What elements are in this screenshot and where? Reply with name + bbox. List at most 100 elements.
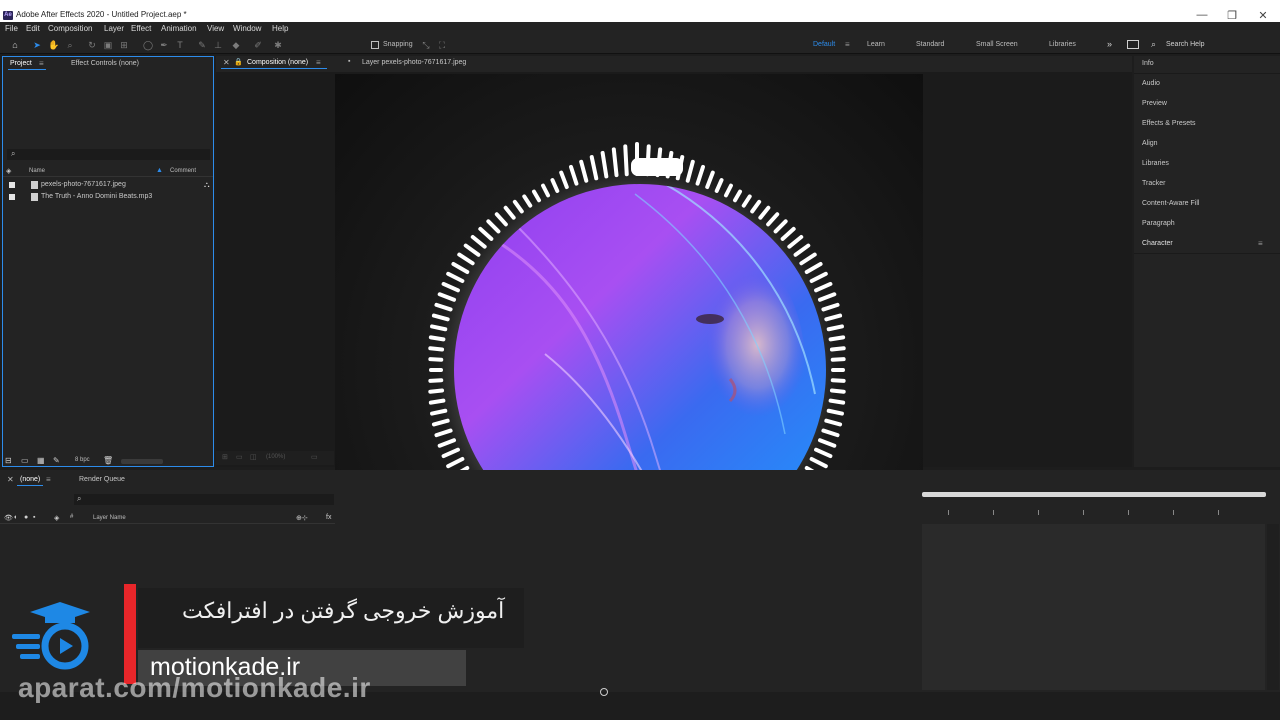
ruler-tick xyxy=(1083,510,1084,515)
tab-project[interactable]: Project xyxy=(10,60,32,67)
solo-icon[interactable]: ● xyxy=(24,514,28,521)
tab-layer[interactable]: Layer pexels-photo-7671617.jpeg xyxy=(362,59,466,66)
col-comment[interactable]: Comment xyxy=(170,168,196,174)
more-workspaces-icon[interactable]: » xyxy=(1107,39,1112,49)
region-icon[interactable]: ⊞ xyxy=(222,453,228,461)
tab-render-queue[interactable]: Render Queue xyxy=(79,476,125,483)
panel-info[interactable]: Info xyxy=(1142,60,1154,67)
panel-audio[interactable]: Audio xyxy=(1142,80,1160,87)
panel-align[interactable]: Align xyxy=(1142,140,1158,147)
trash-icon[interactable]: 🗑 xyxy=(103,456,113,465)
menu-window[interactable]: Window xyxy=(233,24,261,33)
workspace-libraries[interactable]: Libraries xyxy=(1049,41,1076,48)
pen-icon[interactable]: ✎ xyxy=(53,456,60,465)
menu-composition[interactable]: Composition xyxy=(48,24,92,33)
sort-asc-icon[interactable]: ▲ xyxy=(156,167,163,174)
eraser-tool-icon[interactable]: ◆ xyxy=(230,39,242,51)
brush-tool-icon[interactable]: ✎ xyxy=(196,39,208,51)
snapshot-icon[interactable]: ▭ xyxy=(236,453,243,461)
new-folder-icon[interactable]: ▭ xyxy=(21,456,29,465)
bpc-label[interactable]: 8 bpc xyxy=(75,457,90,463)
sync-settings-icon[interactable] xyxy=(1127,40,1139,49)
col-name[interactable]: Name xyxy=(29,168,45,174)
time-ruler[interactable] xyxy=(922,498,1280,522)
ruler-tick xyxy=(1173,510,1174,515)
clone-stamp-tool-icon[interactable]: ⊥ xyxy=(212,39,224,51)
project-search-input[interactable]: ⌕ xyxy=(7,149,210,160)
label-icon: ◈ xyxy=(54,515,60,522)
lock-icon[interactable]: 🔒 xyxy=(234,58,243,66)
switches-icon: ⊕⊹ xyxy=(296,515,308,522)
menu-layer[interactable]: Layer xyxy=(104,24,124,33)
zoom-level[interactable]: (100%) xyxy=(266,454,285,460)
time-navigator[interactable] xyxy=(922,492,1266,497)
pen-tool-icon[interactable]: ✒ xyxy=(158,39,170,51)
snap-options-icon[interactable]: ⤡ xyxy=(420,39,432,51)
lock-icon[interactable]: ▪ xyxy=(33,514,35,521)
audio-file-icon xyxy=(31,193,38,201)
shape-tool-icon[interactable]: ◯ xyxy=(142,39,154,51)
panel-paragraph[interactable]: Paragraph xyxy=(1142,220,1175,227)
menu-effect[interactable]: Effect xyxy=(131,24,151,33)
search-help-input[interactable]: Search Help xyxy=(1166,41,1205,48)
menu-help[interactable]: Help xyxy=(272,24,288,33)
panel-menu-icon[interactable]: ≡ xyxy=(46,475,51,484)
menu-file[interactable]: File xyxy=(5,24,18,33)
close-tab-icon[interactable]: ✕ xyxy=(7,475,14,484)
roto-brush-tool-icon[interactable]: ✐ xyxy=(252,39,264,51)
audio-icon[interactable]: ◖ xyxy=(13,514,17,521)
maximize-button[interactable]: ❐ xyxy=(1223,9,1241,22)
new-composition-icon[interactable]: ▦ xyxy=(37,456,45,465)
list-item[interactable]: pexels-photo-7671617.jpeg ⛬ xyxy=(7,179,211,191)
minimize-button[interactable]: — xyxy=(1193,9,1211,21)
view-options-icon[interactable]: ▭ xyxy=(311,453,318,461)
pan-behind-tool-icon[interactable]: ⊞ xyxy=(118,39,130,51)
workspace-menu-icon[interactable]: ≡ xyxy=(845,40,850,49)
rotate-tool-icon[interactable]: ↻ xyxy=(86,39,98,51)
panel-menu-icon[interactable]: ≡ xyxy=(316,58,321,67)
hand-tool-icon[interactable]: ✋ xyxy=(48,39,60,51)
timeline-search-input[interactable]: ⌕ xyxy=(74,494,334,505)
panel-effects-presets[interactable]: Effects & Presets xyxy=(1142,120,1196,127)
visibility-icon[interactable]: 👁 xyxy=(4,514,13,522)
zoom-tool-icon[interactable]: ⌕ xyxy=(64,39,76,51)
type-tool-icon[interactable]: T xyxy=(174,39,186,51)
app-logo-icon: Ae xyxy=(3,11,13,20)
tools-toolbar: ⌂ ➤ ✋ ⌕ ↻ ▣ ⊞ ◯ ✒ T ✎ ⊥ ◆ ✐ ✱ Snapping ⤡… xyxy=(0,36,1280,54)
panel-libraries[interactable]: Libraries xyxy=(1142,160,1169,167)
camera-icon[interactable]: ◫ xyxy=(250,453,257,461)
puppet-tool-icon[interactable]: ✱ xyxy=(272,39,284,51)
workspace-standard[interactable]: Standard xyxy=(916,41,944,48)
menu-edit[interactable]: Edit xyxy=(26,24,40,33)
camera-tool-icon[interactable]: ▣ xyxy=(102,39,114,51)
snapping-checkbox[interactable] xyxy=(371,41,379,49)
workspace-learn[interactable]: Learn xyxy=(867,41,885,48)
workspace-small-screen[interactable]: Small Screen xyxy=(976,41,1018,48)
panel-character[interactable]: Character xyxy=(1142,240,1173,247)
interpret-footage-icon[interactable]: ⊟ xyxy=(5,456,12,465)
tab-effect-controls[interactable]: Effect Controls (none) xyxy=(71,60,139,67)
close-tab-icon[interactable]: ✕ xyxy=(223,58,230,67)
zoom-slider[interactable] xyxy=(600,688,608,696)
panel-menu-icon[interactable]: ≡ xyxy=(39,59,44,68)
tab-composition[interactable]: Composition (none) xyxy=(247,59,308,66)
panel-preview[interactable]: Preview xyxy=(1142,100,1167,107)
panel-menu-icon[interactable]: ≡ xyxy=(1258,239,1263,248)
close-button[interactable]: ✕ xyxy=(1254,9,1272,22)
home-icon[interactable]: ⌂ xyxy=(9,39,21,51)
snap-grid-icon[interactable]: ⛶ xyxy=(436,39,448,51)
horizontal-scrollbar[interactable] xyxy=(121,459,163,464)
menu-view[interactable]: View xyxy=(207,24,224,33)
menu-animation[interactable]: Animation xyxy=(161,24,197,33)
spectrum-tick xyxy=(826,324,844,332)
selection-tool-icon[interactable]: ➤ xyxy=(31,39,43,51)
divider xyxy=(1134,73,1280,74)
panel-content-aware-fill[interactable]: Content-Aware Fill xyxy=(1142,200,1199,207)
timeline-tracks[interactable] xyxy=(922,524,1265,690)
workspace-default[interactable]: Default xyxy=(813,41,835,48)
list-item[interactable]: The Truth - Anno Domini Beats.mp3 xyxy=(7,191,211,203)
vertical-scrollbar[interactable] xyxy=(1267,524,1279,690)
tab-timeline-none[interactable]: (none) xyxy=(20,476,40,483)
col-layer-name[interactable]: Layer Name xyxy=(93,515,126,521)
panel-tracker[interactable]: Tracker xyxy=(1142,180,1165,187)
